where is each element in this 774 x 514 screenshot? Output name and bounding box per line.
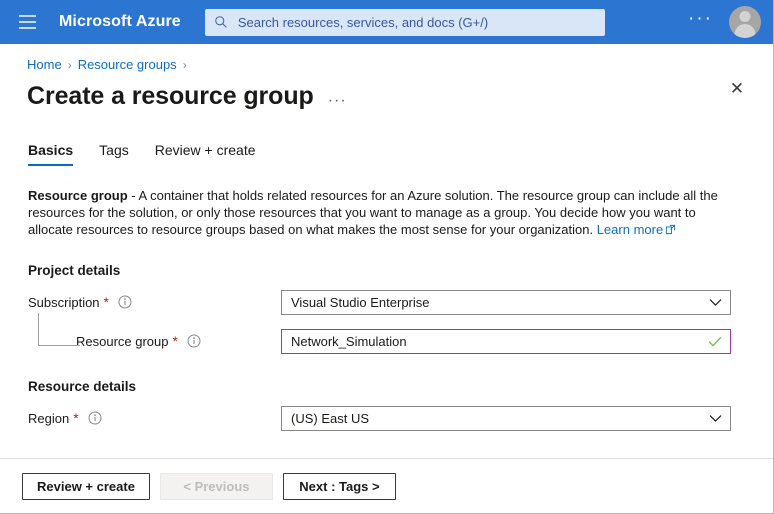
global-header: Microsoft Azure ···: [0, 0, 773, 44]
breadcrumb-separator: ›: [183, 58, 187, 72]
checkmark-icon: [708, 336, 722, 347]
tree-connector-line: [38, 313, 80, 346]
breadcrumb-item-resource-groups[interactable]: Resource groups: [78, 57, 177, 72]
resource-group-name-value: Network_Simulation: [291, 334, 702, 349]
region-dropdown[interactable]: (US) East US: [281, 406, 731, 431]
field-row-region: Region * (US) East US: [28, 406, 745, 431]
subscription-value: Visual Studio Enterprise: [291, 295, 703, 310]
description-lead: Resource group: [28, 188, 128, 203]
info-icon[interactable]: [118, 295, 132, 309]
breadcrumb-separator: ›: [68, 58, 72, 72]
label-resource-group: Resource group *: [28, 334, 281, 349]
wizard-footer: Review + create < Previous Next : Tags >: [0, 458, 773, 513]
breadcrumb: Home › Resource groups ›: [0, 44, 773, 72]
subscription-dropdown[interactable]: Visual Studio Enterprise: [281, 290, 731, 315]
label-subscription-text: Subscription: [28, 295, 100, 310]
tab-tags[interactable]: Tags: [99, 142, 129, 166]
azure-portal-window: Microsoft Azure ··· Home › Resource grou…: [0, 0, 774, 514]
page-context-menu-icon[interactable]: ···: [328, 87, 347, 105]
field-row-resource-group: Resource group * Network_Simulation: [28, 329, 745, 354]
form-content: Resource group - A container that holds …: [0, 187, 773, 431]
tab-basics[interactable]: Basics: [28, 142, 73, 166]
resource-group-description: Resource group - A container that holds …: [28, 187, 718, 238]
hamburger-icon[interactable]: [12, 7, 42, 37]
breadcrumb-item-home[interactable]: Home: [27, 57, 62, 72]
user-avatar-icon[interactable]: [729, 6, 761, 38]
tab-review-create[interactable]: Review + create: [155, 142, 256, 166]
external-link-icon: [665, 224, 676, 235]
section-heading-resource-details: Resource details: [28, 379, 745, 394]
azure-brand-label[interactable]: Microsoft Azure: [59, 13, 181, 31]
required-marker: *: [104, 295, 109, 309]
previous-button[interactable]: < Previous: [160, 473, 273, 500]
close-icon[interactable]: ✕: [724, 75, 750, 101]
search-input[interactable]: [236, 9, 596, 36]
learn-more-link[interactable]: Learn more: [597, 222, 663, 237]
tab-strip: Basics Tags Review + create: [0, 111, 773, 166]
label-subscription: Subscription *: [28, 295, 281, 310]
page-title: Create a resource group: [27, 82, 314, 111]
next-tags-button[interactable]: Next : Tags >: [283, 473, 396, 500]
region-value: (US) East US: [291, 411, 703, 426]
label-region: Region *: [28, 411, 281, 426]
header-more-icon[interactable]: ···: [678, 6, 723, 38]
field-row-subscription: Subscription * Visual Studio Enterprise: [28, 290, 745, 315]
review-create-button[interactable]: Review + create: [22, 473, 150, 500]
info-icon[interactable]: [187, 334, 201, 348]
required-marker: *: [73, 411, 78, 425]
chevron-down-icon: [709, 298, 722, 307]
label-region-text: Region: [28, 411, 69, 426]
info-icon[interactable]: [88, 411, 102, 425]
resource-group-name-input[interactable]: Network_Simulation: [281, 329, 731, 354]
label-resource-group-text: Resource group: [76, 334, 169, 349]
section-heading-project-details: Project details: [28, 263, 745, 278]
search-icon: [214, 15, 228, 29]
page-title-row: Create a resource group ··· ✕: [0, 72, 773, 111]
header-actions: ···: [678, 6, 763, 38]
chevron-down-icon: [709, 414, 722, 423]
global-search-box[interactable]: [205, 9, 605, 36]
required-marker: *: [173, 334, 178, 348]
